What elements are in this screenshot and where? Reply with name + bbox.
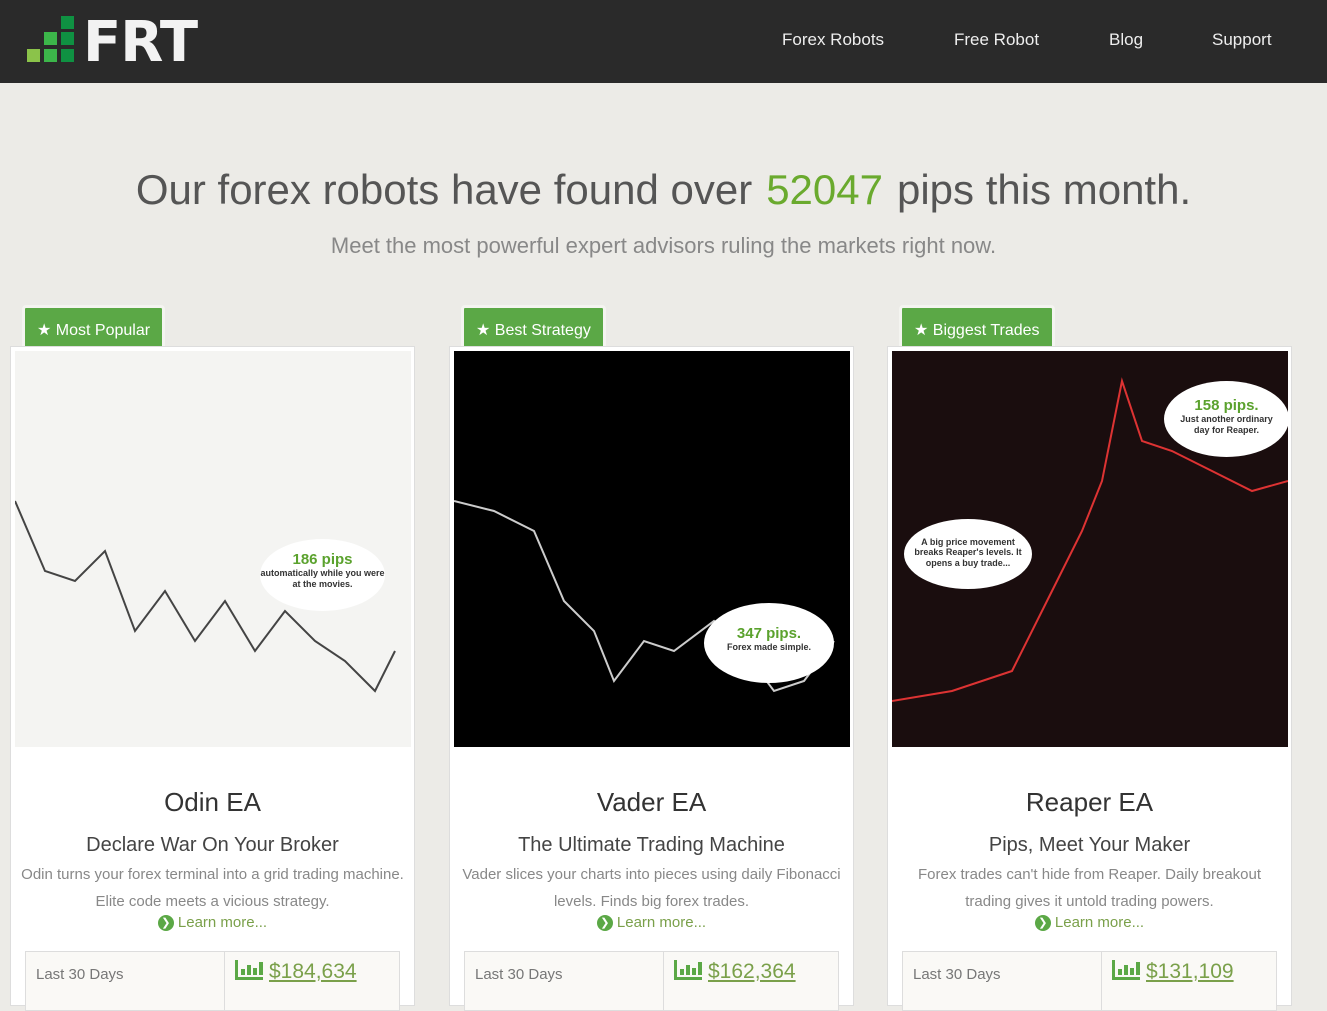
nav-free-robot[interactable]: Free Robot <box>954 30 1039 50</box>
badge-label: Most Popular <box>55 322 151 339</box>
robot-card: 186 pips automatically while you were at … <box>10 346 415 1011</box>
stats-box: Last 30 Days $162,364 <box>464 951 839 1011</box>
chart-image <box>454 500 835 693</box>
stat-label: Last 30 Days <box>903 952 1102 1010</box>
stat-value: $184,634 <box>269 960 357 983</box>
star-icon: ★ <box>914 322 929 339</box>
stat-value: $162,364 <box>708 960 796 983</box>
logo-square-icon <box>61 32 74 45</box>
stat-value-link[interactable]: $131,109 <box>1102 952 1244 1010</box>
chart-callout: A big price movement breaks Reaper's lev… <box>904 519 1032 589</box>
robot-name: Vader EA <box>596 787 707 817</box>
chevron-right-icon: ❯ <box>596 915 613 931</box>
nav-support[interactable]: Support <box>1212 30 1272 50</box>
logo-square-icon <box>61 49 74 62</box>
stat-value-link[interactable]: $184,634 <box>225 952 367 1010</box>
chart-callout: 158 pips. Just another ordinary day for R… <box>1164 381 1288 457</box>
learn-more-label: Learn more... <box>1054 914 1145 931</box>
learn-more-link[interactable]: ❯ Learn more... <box>450 914 853 931</box>
logo-square-icon <box>61 16 74 29</box>
stat-value: $131,109 <box>1146 960 1234 983</box>
nav-blog[interactable]: Blog <box>1109 30 1143 50</box>
stat-label: Last 30 Days <box>465 952 664 1010</box>
logo-text: FRT <box>83 10 198 75</box>
stat-value-link[interactable]: $162,364 <box>664 952 806 1010</box>
logo-square-icon <box>27 49 40 62</box>
bar-chart-icon <box>674 960 702 980</box>
hero-title-text: Our forex robots have found over <box>135 166 753 213</box>
chevron-right-icon: ❯ <box>1034 915 1051 931</box>
robot-tagline: The Ultimate Trading Machine <box>518 834 785 856</box>
chart-screenshot[interactable]: 186 pips automatically while you were at … <box>15 351 411 747</box>
robot-description: Odin turns your forex terminal into a gr… <box>21 866 404 910</box>
chart-callout: 347 pips. Forex made simple. <box>704 603 834 683</box>
pips-count: 52047 <box>766 166 883 213</box>
hero-subtitle: Meet the most powerful expert advisors r… <box>330 233 997 258</box>
robot-tagline: Pips, Meet Your Maker <box>988 834 1191 856</box>
badge-label: Biggest Trades <box>932 322 1040 339</box>
stats-box: Last 30 Days $131,109 <box>902 951 1277 1011</box>
robot-description: Forex trades can't hide from Reaper. Dai… <box>917 866 1262 910</box>
bar-chart-icon <box>235 960 263 980</box>
logo-square-icon <box>44 32 57 45</box>
star-icon: ★ <box>476 322 491 339</box>
robot-name: Reaper EA <box>1025 787 1154 817</box>
chart-screenshot[interactable]: 347 pips. Forex made simple. <box>454 351 850 747</box>
robot-card: 347 pips. Forex made simple. Vader EA The… <box>449 346 854 1011</box>
robot-tagline: Declare War On Your Broker <box>86 834 339 856</box>
header: FRT Forex Robots Free Robot Blog Support <box>0 0 1327 83</box>
learn-more-label: Learn more... <box>616 914 707 931</box>
chart-screenshot[interactable]: 158 pips. Just another ordinary day for R… <box>892 351 1288 747</box>
badge-label: Best Strategy <box>494 322 591 339</box>
hero-title: Our forex robots have found over 52047 pip… <box>0 166 1327 214</box>
card-badge: ★ Biggest Trades <box>899 305 1055 347</box>
card-badge: ★ Most Popular <box>22 305 166 347</box>
robot-card: 158 pips. Just another ordinary day for R… <box>887 346 1292 1011</box>
robot-description: Vader slices your charts into pieces usi… <box>462 866 841 910</box>
stat-label: Last 30 Days <box>26 952 225 1010</box>
nav-forex-robots[interactable]: Forex Robots <box>782 30 884 50</box>
star-icon: ★ <box>37 322 52 339</box>
chart-callout: 186 pips automatically while you were at … <box>260 539 385 611</box>
chevron-right-icon: ❯ <box>157 915 174 931</box>
logo-square-icon <box>44 49 57 62</box>
learn-more-label: Learn more... <box>177 914 268 931</box>
bar-chart-icon <box>1112 960 1140 980</box>
learn-more-link[interactable]: ❯ Learn more... <box>11 914 414 931</box>
hero-title-text: pips this month. <box>896 166 1192 213</box>
card-badge: ★ Best Strategy <box>461 305 606 347</box>
learn-more-link[interactable]: ❯ Learn more... <box>888 914 1291 931</box>
robot-name: Odin EA <box>164 787 261 817</box>
stats-box: Last 30 Days $184,634 <box>25 951 400 1011</box>
